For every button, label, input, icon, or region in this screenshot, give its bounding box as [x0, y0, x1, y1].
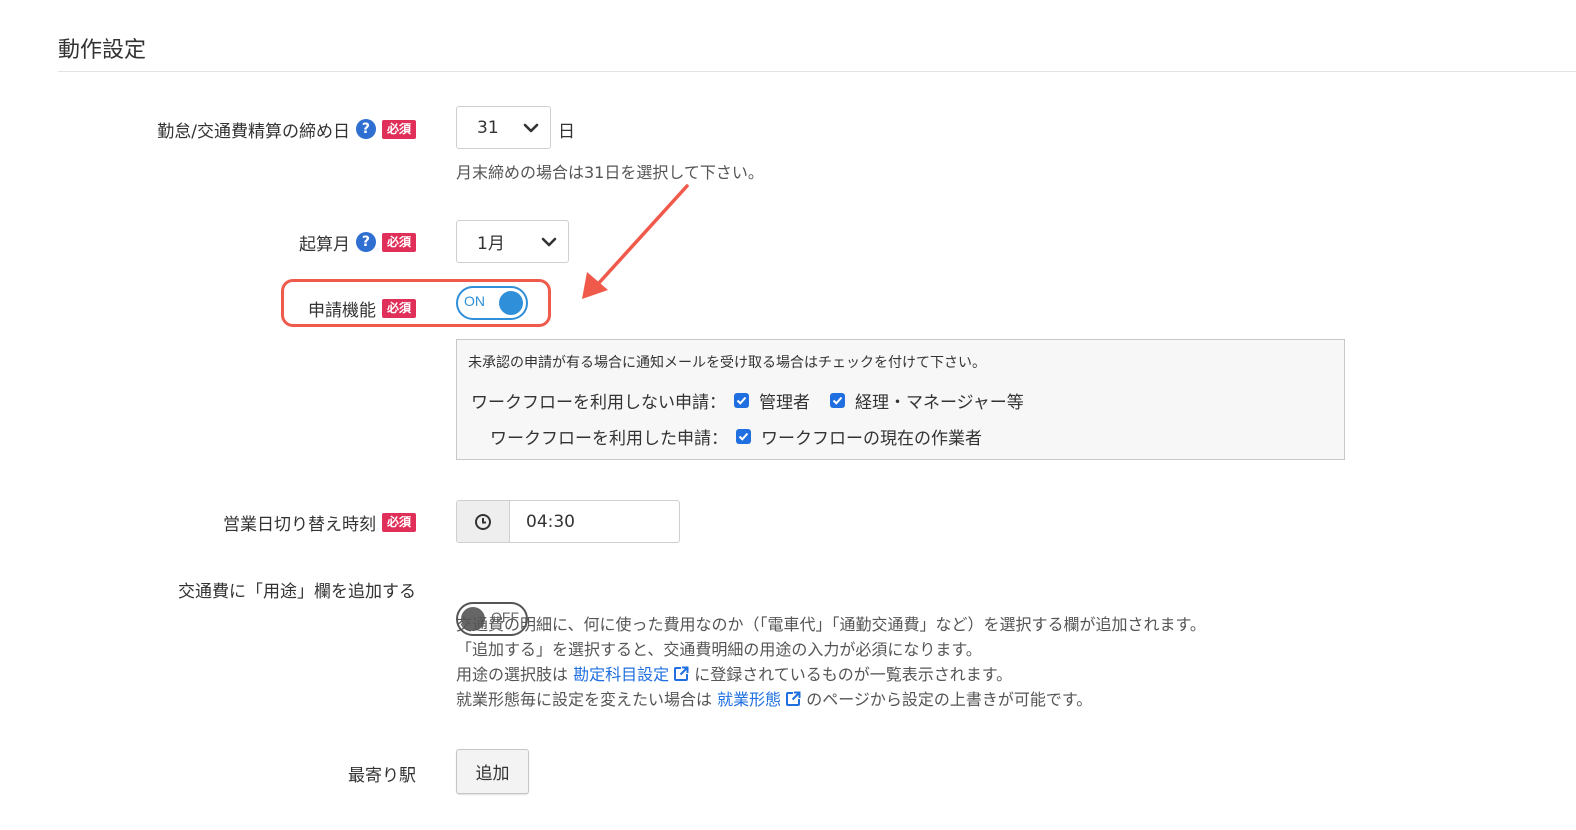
required-badge: 必須: [381, 119, 416, 139]
time-addon: [457, 501, 510, 542]
desc-line: 用途の選択肢は 勘定科目設定 に登録されているものが一覧表示されます。: [456, 662, 1206, 687]
chevron-down-icon: [523, 123, 539, 132]
row-label: ワークフローを利用しない申請：: [471, 393, 726, 413]
application-feature-label: 申請機能: [307, 300, 376, 321]
checkmark-icon: [832, 396, 843, 405]
add-station-button[interactable]: 追加: [456, 749, 529, 794]
notification-intro: 未承認の申請が有る場合に通知メールを受け取る場合はチェックを付けて下さい。: [468, 355, 986, 371]
start-month-label: 起算月: [298, 234, 350, 255]
checkmark-icon: [736, 396, 747, 405]
time-value[interactable]: 04:30: [510, 501, 679, 542]
notification-row-with-workflow: ワークフローを利用した申請： ワークフローの現在の作業者: [490, 424, 982, 449]
external-link-icon[interactable]: [673, 666, 689, 682]
required-badge: 必須: [381, 298, 416, 318]
purpose-column-label-group: 交通費に「用途」欄を追加する: [178, 576, 416, 602]
account-settings-link[interactable]: 勘定科目設定: [573, 665, 669, 684]
desc-text: 用途の選択肢は: [456, 665, 574, 684]
section-title: 動作設定: [58, 38, 147, 63]
closing-day-label: 勤怠/交通費精算の締め日: [157, 121, 350, 142]
required-badge: 必須: [381, 232, 416, 252]
chevron-down-icon: [541, 237, 557, 246]
desc-text: のページから設定の上書きが可能です。: [801, 690, 1093, 709]
checkbox-accounting-manager-label: 経理・マネージャー等: [855, 393, 1024, 413]
purpose-column-description: 交通費の明細に、何に使った費用なのか（「電車代」「通勤交通費」など）を選択する欄…: [456, 612, 1206, 712]
checkbox-current-worker-label: ワークフローの現在の作業者: [761, 429, 982, 449]
purpose-column-label: 交通費に「用途」欄を追加する: [178, 581, 416, 602]
toggle-knob: [499, 291, 523, 315]
desc-text: 就業形態毎に設定を変えたい場合は: [456, 690, 718, 709]
clock-icon: [475, 513, 491, 530]
employment-type-link[interactable]: 就業形態: [717, 690, 781, 709]
checkbox-admin[interactable]: [734, 393, 749, 408]
application-feature-label-group: 申請機能 必須: [308, 295, 416, 321]
business-day-switch-time-input[interactable]: 04:30: [456, 500, 680, 543]
checkbox-current-worker[interactable]: [736, 429, 751, 444]
start-month-label-group: 起算月 ? 必須: [299, 229, 416, 255]
desc-text: に登録されているものが一覧表示されます。: [689, 665, 1013, 684]
checkbox-admin-label: 管理者: [759, 393, 810, 413]
checkbox-accounting-manager[interactable]: [830, 393, 845, 408]
checkmark-icon: [738, 432, 749, 441]
closing-day-label-group: 勤怠/交通費精算の締め日 ? 必須: [157, 116, 416, 142]
toggle-text: ON: [464, 293, 485, 309]
help-icon[interactable]: ?: [355, 119, 376, 139]
business-day-switch-label: 営業日切り替え時刻: [222, 514, 376, 535]
annotation-arrow: [582, 184, 689, 299]
section-divider: [58, 71, 1576, 72]
business-day-switch-label-group: 営業日切り替え時刻 必須: [223, 509, 416, 535]
external-link-icon[interactable]: [785, 691, 801, 707]
nearest-station-label: 最寄り駅: [348, 765, 416, 786]
row-label: ワークフローを利用した申請：: [490, 429, 728, 449]
start-month-select[interactable]: 1月: [456, 220, 569, 263]
closing-day-value: 31: [477, 117, 499, 138]
closing-day-unit: 日: [558, 122, 575, 142]
desc-line: 交通費の明細に、何に使った費用なのか（「電車代」「通勤交通費」など）を選択する欄…: [456, 615, 1206, 634]
application-feature-toggle[interactable]: ON: [456, 286, 528, 320]
closing-day-select[interactable]: 31: [456, 106, 551, 149]
notification-row-without-workflow: ワークフローを利用しない申請： 管理者 経理・マネージャー等: [471, 388, 1024, 413]
required-badge: 必須: [381, 512, 416, 532]
start-month-value: 1月: [477, 234, 505, 254]
notification-settings-box: 未承認の申請が有る場合に通知メールを受け取る場合はチェックを付けて下さい。 ワー…: [456, 339, 1345, 460]
desc-line: 「追加する」を選択すると、交通費明細の用途の入力が必須になります。: [456, 640, 982, 659]
help-icon[interactable]: ?: [355, 232, 376, 252]
desc-line: 就業形態毎に設定を変えたい場合は 就業形態 のページから設定の上書きが可能です。: [456, 687, 1206, 712]
nearest-station-label-group: 最寄り駅: [348, 760, 416, 786]
